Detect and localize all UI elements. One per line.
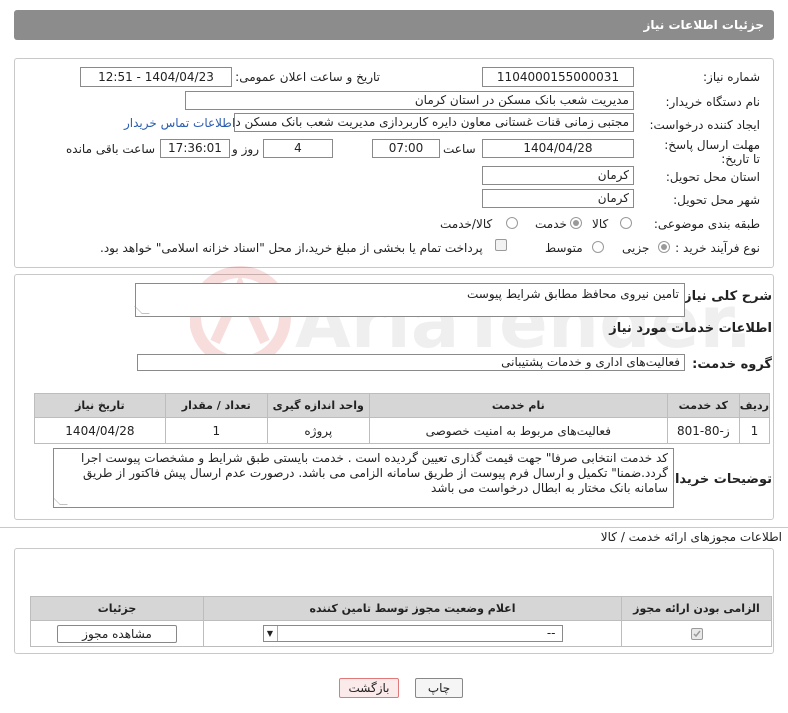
days-field: 4 [263, 139, 333, 158]
resize-grip-icon [54, 497, 68, 505]
cell-service-name: فعالیت‌های مربوط به امنیت خصوصی [368, 417, 668, 444]
buyer-notes-label: توضیحات خریدار: [662, 472, 772, 487]
col-permit-details: جزئیات [30, 596, 204, 621]
buyer-contact-link[interactable]: اطلاعات تماس خریدار [124, 116, 235, 130]
cell-unit: پروژه [266, 417, 370, 444]
col-unit: واحد اندازه گیری [266, 393, 370, 418]
resize-grip-icon [134, 306, 150, 314]
permit-required-checkbox [690, 628, 703, 640]
page-title: جزئیات اطلاعات نیاز [643, 18, 764, 32]
cell-permit-required [621, 620, 772, 647]
table-row: ▼ -- مشاهده مجوز [30, 620, 772, 647]
process-label: نوع فرآیند خرید : [675, 241, 760, 255]
announce-field: 1404/04/23 - 12:51 [80, 67, 232, 87]
days-label: روز و [232, 142, 259, 156]
summary-text: تامین نیروی محافظ مطابق شرایط پیوست [467, 287, 679, 301]
deadline-label: مهلت ارسال پاسخ: تا تاریخ: [664, 138, 760, 166]
category-radio-goods[interactable] [620, 217, 632, 229]
page-header: جزئیات اطلاعات نیاز [14, 10, 774, 40]
category-option-goods-service: کالا/خدمت [440, 217, 493, 231]
col-row: ردیف [738, 393, 771, 418]
cell-need-date: 1404/04/28 [34, 417, 166, 444]
category-radio-goods-service[interactable] [506, 217, 518, 229]
cell-row: 1 [738, 417, 771, 444]
remaining-label: ساعت باقی مانده [66, 142, 156, 156]
need-number-field: 1104000155000031 [482, 67, 634, 87]
buyer-notes-textarea: کد خدمت انتخابی صرفا" جهت قیمت گذاری تعی… [53, 448, 674, 508]
creator-label: ایجاد کننده درخواست: [649, 118, 760, 132]
summary-label: شرح کلی نیاز: [678, 289, 772, 304]
services-table: ردیف کد خدمت نام خدمت واحد اندازه گیری ت… [34, 393, 771, 444]
treasury-payment-checkbox[interactable] [495, 239, 507, 251]
services-title: اطلاعات خدمات مورد نیاز [609, 321, 772, 336]
permits-title: اطلاعات مجوزهای ارائه خدمت / کالا [600, 530, 782, 544]
permit-status-select[interactable]: ▼ -- [262, 625, 563, 642]
permits-divider [0, 527, 788, 528]
deadline-time-field: 07:00 [372, 139, 440, 158]
col-need-date: تاریخ نیاز [34, 393, 166, 418]
buyer-notes-text: کد خدمت انتخابی صرفا" جهت قیمت گذاری تعی… [80, 451, 668, 495]
process-option-medium: متوسط [545, 241, 583, 255]
cell-permit-status: ▼ -- [203, 620, 622, 647]
cell-permit-details: مشاهده مجوز [30, 620, 204, 647]
group-field: فعالیت‌های اداری و خدمات پشتیبانی [137, 354, 685, 371]
city-field: کرمان [482, 189, 634, 208]
services-table-header: ردیف کد خدمت نام خدمت واحد اندازه گیری ت… [34, 393, 771, 418]
chevron-down-icon[interactable]: ▼ [264, 626, 278, 641]
need-info-panel [14, 58, 774, 268]
process-radio-minor[interactable] [658, 241, 670, 253]
col-permit-status: اعلام وضعیت مجوز توسط تامین کننده [203, 596, 622, 621]
col-service-code: کد خدمت [666, 393, 740, 418]
process-option-minor: جزیی [622, 241, 650, 255]
col-quantity: تعداد / مقدار [164, 393, 268, 418]
province-field: کرمان [482, 166, 634, 185]
process-radio-medium[interactable] [592, 241, 604, 253]
announce-label: تاریخ و ساعت اعلان عمومی: [235, 70, 380, 84]
permits-table: الزامی بودن ارائه مجوز اعلام وضعیت مجوز … [30, 596, 772, 647]
deadline-date-field: 1404/04/28 [482, 139, 634, 158]
cell-service-code: ز-80-801 [666, 417, 740, 444]
buyer-org-label: نام دستگاه خریدار: [665, 95, 761, 109]
need-number-label: شماره نیاز: [703, 70, 760, 84]
col-permit-required: الزامی بودن ارائه مجوز [621, 596, 772, 621]
permit-status-value: -- [546, 626, 556, 640]
table-row: 1 ز-80-801 فعالیت‌های مربوط به امنیت خصو… [34, 417, 771, 444]
treasury-payment-note: پرداخت تمام یا بخشی از مبلغ خرید،از محل … [100, 241, 483, 255]
group-label: گروه خدمت: [692, 357, 772, 372]
category-radio-service[interactable] [570, 217, 582, 229]
buyer-org-field: مدیریت شعب بانک مسکن در استان کرمان [185, 91, 634, 110]
permits-table-header: الزامی بودن ارائه مجوز اعلام وضعیت مجوز … [30, 596, 772, 621]
category-option-service: خدمت [535, 217, 567, 231]
back-button[interactable]: بازگشت [339, 678, 399, 698]
cell-quantity: 1 [164, 417, 268, 444]
view-permit-button[interactable]: مشاهده مجوز [57, 624, 177, 643]
category-label: طبقه بندی موضوعی: [653, 217, 760, 231]
col-service-name: نام خدمت [368, 393, 668, 418]
print-button[interactable]: چاپ [415, 678, 463, 698]
remaining-time-field: 17:36:01 [160, 139, 230, 158]
check-icon [692, 630, 701, 638]
category-option-goods: کالا [592, 217, 609, 231]
creator-field: مجتبی زمانی قنات غستانی معاون دایره کارب… [234, 113, 634, 132]
summary-textarea: تامین نیروی محافظ مطابق شرایط پیوست [134, 283, 685, 317]
province-label: استان محل تحویل: [665, 170, 760, 184]
city-label: شهر محل تحویل: [673, 193, 760, 207]
deadline-time-label: ساعت [443, 142, 476, 156]
